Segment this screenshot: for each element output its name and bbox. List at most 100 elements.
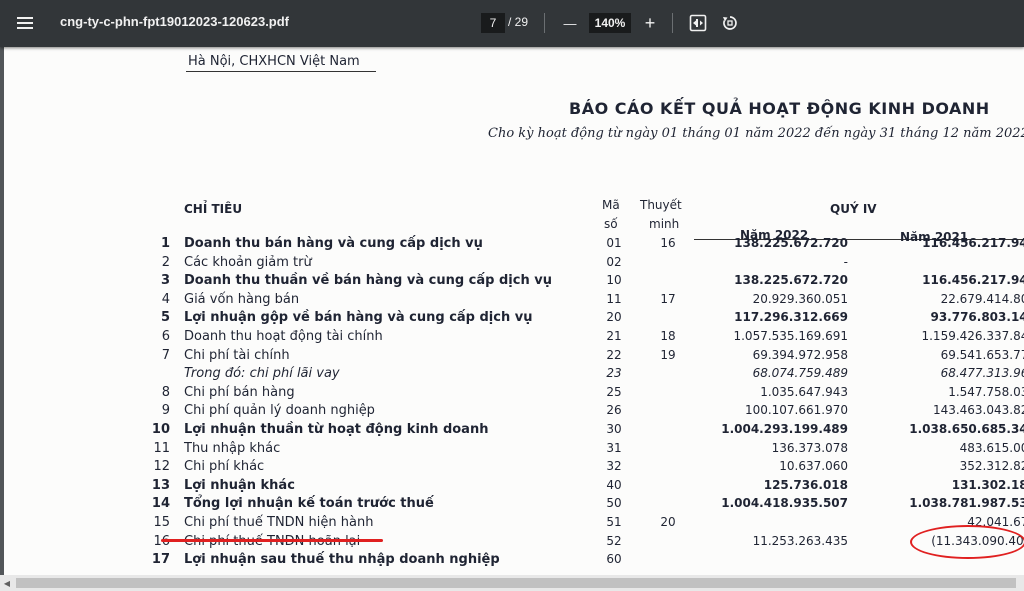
row-note: 19 (660, 348, 676, 362)
row-number: 1 (160, 236, 170, 251)
row-value-2022: 1.035.647.943 (760, 385, 848, 399)
row-code: 50 (606, 496, 622, 510)
page-number-input[interactable]: 7 (481, 13, 505, 33)
row-value-2021: 1.038.650.685.349 (909, 422, 1024, 436)
row-code: 40 (606, 478, 622, 492)
toolbar-divider (544, 13, 545, 33)
zoom-out-button[interactable]: — (560, 12, 580, 34)
row-number: 17 (151, 552, 170, 567)
zoom-level-input[interactable]: 140% (589, 13, 631, 33)
row-number: 4 (161, 292, 170, 307)
row-value-2022: 11.253.263.435 (752, 534, 848, 548)
row-value-2022: 138.225.672.720 (734, 236, 848, 250)
row-value-2022: 125.736.018 (763, 478, 848, 492)
scroll-left-arrow-icon[interactable]: ◀ (0, 575, 14, 591)
fit-to-page-icon[interactable] (688, 13, 708, 33)
row-label: Tổng lợi nhuận kế toán trước thuế (184, 496, 434, 511)
header-ma: Mã (602, 198, 620, 212)
header-quy: QUÝ IV (830, 202, 877, 216)
row-code: 52 (606, 534, 622, 548)
company-address: Hà Nội, CHXHCN Việt Nam (188, 54, 360, 69)
row-label: Doanh thu thuần về bán hàng và cung cấp … (184, 273, 552, 288)
row-number: 15 (153, 515, 170, 530)
row-code: 11 (606, 292, 622, 306)
row-value-2021: 22.679.414.801 (940, 292, 1024, 306)
row-value-2021: 68.477.313.961 (940, 366, 1024, 380)
row-value-2022: 1.057.535.169.691 (733, 329, 848, 343)
row-number: 6 (161, 329, 170, 344)
row-value-2022: 1.004.293.199.489 (721, 422, 848, 436)
row-value-2022: 136.373.078 (771, 441, 848, 455)
row-label: Lợi nhuận sau thuế thu nhập doanh nghiệp (184, 552, 500, 567)
row-note: 20 (660, 515, 676, 529)
file-title: cng-ty-c-phn-fpt19012023-120623.pdf (60, 14, 290, 29)
row-value-2021: 1.547.758.033 (948, 385, 1024, 399)
hamburger-menu-icon[interactable] (14, 12, 36, 34)
row-number: 12 (153, 459, 170, 474)
row-value-2021: 116.456.217.945 (922, 273, 1024, 287)
row-number: 7 (161, 348, 170, 363)
row-code: 22 (606, 348, 622, 362)
row-number: 5 (160, 310, 170, 325)
rotate-icon[interactable] (720, 13, 740, 33)
row-label: Doanh thu hoạt động tài chính (184, 329, 383, 344)
row-value-2021: 1.159.426.337.841 (921, 329, 1024, 343)
page-count: / 29 (508, 15, 529, 29)
row-value-2022: 100.107.661.970 (744, 403, 848, 417)
report-period: Cho kỳ hoạt động từ ngày 01 tháng 01 năm… (488, 126, 1024, 141)
scrollbar-thumb[interactable] (16, 578, 1016, 588)
row-value-2021: 131.302.185 (951, 478, 1024, 492)
header-so: số (604, 217, 618, 231)
row-code: 02 (606, 255, 622, 269)
row-note: 17 (660, 292, 676, 306)
report-title: BÁO CÁO KẾT QUẢ HOẠT ĐỘNG KINH DOANH (569, 99, 990, 118)
row-value-2021: 352.312.824 (959, 459, 1024, 473)
row-value-2021: 483.615.009 (959, 441, 1024, 455)
row-label: Lợi nhuận khác (184, 478, 295, 493)
row-number: 10 (151, 422, 170, 437)
pdf-toolbar: cng-ty-c-phn-fpt19012023-120623.pdf 7 / … (0, 0, 1024, 47)
row-code: 51 (606, 515, 622, 529)
row-value-2022: 69.394.972.958 (752, 348, 848, 362)
row-number: 14 (151, 496, 170, 511)
row-number: 11 (153, 441, 170, 456)
row-label: Giá vốn hàng bán (184, 292, 300, 307)
row-value-2022: 1.004.418.935.507 (721, 496, 848, 510)
row-code: 10 (606, 273, 622, 287)
zoom-in-label: + (644, 12, 656, 33)
row-code: 21 (606, 329, 622, 343)
row-value-2021: 69.541.653.779 (940, 348, 1024, 362)
red-underline-annotation (161, 539, 383, 542)
zoom-out-label: — (563, 15, 577, 31)
row-value-2021: 116.456.217.945 (922, 236, 1024, 250)
row-label: Chi phí thuế TNDN hiện hành (184, 515, 374, 530)
row-value-2022: 10.637.060 (779, 459, 848, 473)
row-label: Chi phí tài chính (184, 348, 290, 363)
row-label: Chi phí quản lý doanh nghiệp (184, 403, 375, 418)
row-value-2022: 117.296.312.669 (734, 310, 848, 324)
row-code: 60 (606, 552, 622, 566)
header-thuyet: Thuyết (640, 198, 682, 212)
row-code: 23 (606, 366, 622, 380)
row-label: Lợi nhuận thuần từ hoạt động kinh doanh (184, 422, 489, 437)
row-value-2022: 138.225.672.720 (734, 273, 848, 287)
row-note: 16 (660, 236, 676, 250)
row-label: Lợi nhuận gộp về bán hàng và cung cấp dị… (184, 310, 533, 325)
row-code: 30 (606, 422, 622, 436)
row-label: Chi phí khác (184, 459, 265, 474)
row-value-2021: 1.038.781.987.534 (909, 496, 1024, 510)
row-value-2022: 20.929.360.051 (752, 292, 848, 306)
row-code: 32 (606, 459, 622, 473)
row-code: 31 (606, 441, 622, 455)
horizontal-scrollbar[interactable]: ◀ (0, 575, 1024, 591)
row-note: 18 (660, 329, 676, 343)
row-label: Các khoản giảm trừ (184, 255, 312, 270)
header-chi-tieu: CHỈ TIÊU (184, 202, 243, 216)
row-value-2021: 93.776.803.144 (930, 310, 1024, 324)
row-value-2022: 68.074.759.489 (752, 366, 848, 380)
red-circle-annotation (910, 525, 1024, 559)
row-code: 01 (606, 236, 622, 250)
pdf-page: Hà Nội, CHXHCN Việt Nam BÁO CÁO KẾT QUẢ … (4, 47, 1024, 575)
row-number: 8 (161, 385, 170, 400)
zoom-in-button[interactable]: + (640, 12, 660, 34)
